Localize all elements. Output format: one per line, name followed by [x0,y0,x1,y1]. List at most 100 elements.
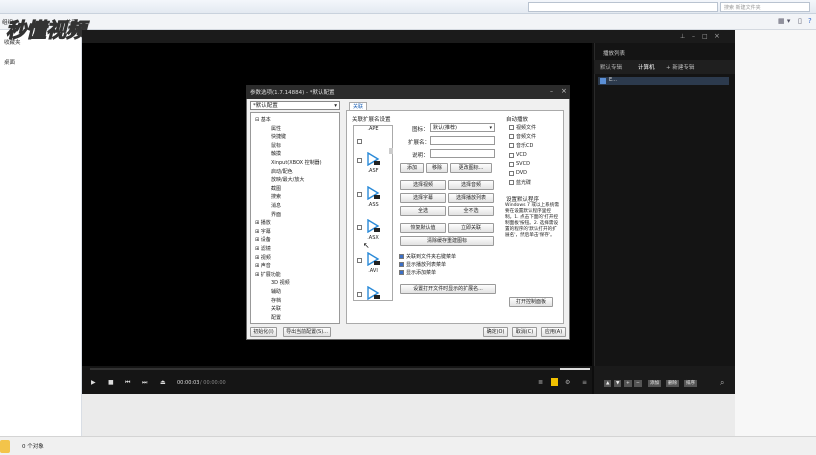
autoplay-checkbox[interactable] [509,161,514,167]
desc-input[interactable] [430,149,495,158]
autoplay-checkbox[interactable] [509,171,514,176]
extension-list[interactable]: .APE .ASF .ASS .ASX .AVI .CDA [353,125,393,301]
profile-select[interactable]: *默认配置 ▾ [250,101,340,110]
tree-item[interactable]: 鼠标 [271,142,281,149]
pl-up-icon[interactable]: ▲ [604,380,612,387]
extension-checkbox[interactable] [357,225,362,230]
tree-item[interactable]: 属性 [271,125,281,132]
init-button[interactable]: 初始化(I) [250,327,277,337]
tree-item[interactable]: 配置 [271,314,281,321]
open-ext-button[interactable]: 设置打开文件时显示的扩展名... [400,284,496,294]
tree-item[interactable]: ⊞ 播放 [255,219,271,226]
autoplay-checkbox[interactable] [509,152,514,158]
select-none-button[interactable]: 全不选 [448,206,494,216]
eject-icon[interactable]: ⏏ [160,379,166,386]
next-icon[interactable]: ⏭ [142,379,147,387]
tab-default-album[interactable]: 默认专辑 [600,63,622,71]
tree-item[interactable]: 触摸 [271,150,281,157]
seek-bar[interactable] [90,368,590,370]
play-icon[interactable]: ▶ [91,379,96,386]
tab-computer[interactable]: 计算机 [638,63,655,71]
restore-default-button[interactable]: 恢复默认值 [400,223,446,233]
prev-icon[interactable]: ⏮ [125,379,130,387]
select-subtitle-button[interactable]: 选择字幕 [400,193,446,203]
settings-gear-icon[interactable]: ⚙ [565,379,570,386]
dialog-close-icon[interactable]: × [561,87,567,95]
pl-minus-icon[interactable]: − [634,380,642,387]
tree-item[interactable]: ⊟ 基本 [255,116,271,123]
tree-item[interactable]: 辅助 [271,288,281,295]
scrollbar-thumb[interactable] [389,148,393,154]
minimize-icon[interactable]: – [692,33,695,40]
tree-item[interactable]: 启动/配色 [271,168,293,175]
remove-button[interactable]: 移除 [426,163,448,173]
extension-item[interactable]: .AVI [354,244,392,277]
tree-item[interactable]: ⊞ 视频 [255,254,271,261]
tree-item[interactable]: ⊞ 声音 [255,262,271,269]
tree-item[interactable]: 界面 [271,211,281,218]
pl-sort-button[interactable]: 排序 [684,380,697,387]
stop-icon[interactable]: ■ [108,379,114,386]
tree-item[interactable]: ⊞ 字幕 [255,228,271,235]
tree-item[interactable]: 3D 视频 [271,279,290,286]
playlist-item[interactable]: E... [598,77,729,85]
icon-select[interactable]: 默认(推荐) ▾ [430,123,495,132]
tree-item[interactable]: ⊞ 扩展功能 [255,271,281,278]
pane-icon[interactable]: ▯ [798,17,802,25]
apply-button[interactable]: 应用(A) [541,327,566,337]
maximize-icon[interactable]: □ [702,33,708,40]
extension-checkbox[interactable] [357,292,362,297]
nav-desktop[interactable]: 桌面 [4,58,15,66]
tree-item[interactable]: 放映/最大/放大 [271,176,304,183]
add-menu-checkbox[interactable] [399,270,404,275]
tree-item[interactable]: 截图 [271,185,281,192]
extension-checkbox[interactable] [357,258,362,263]
select-audio-button[interactable]: 选择音频 [448,180,494,190]
pin-icon[interactable]: ⊥ [680,33,685,40]
address-bar[interactable] [528,2,718,12]
select-all-button[interactable]: 全选 [400,206,446,216]
add-button[interactable]: 添加 [400,163,424,173]
autoplay-checkbox[interactable] [509,125,514,130]
tree-item[interactable]: 关联 [271,305,281,312]
3d-icon[interactable] [551,378,558,386]
tab-new-album[interactable]: + 新建专辑 [666,63,694,71]
change-icon-button[interactable]: 更改图标... [450,163,492,173]
pl-delete-button[interactable]: 删除 [666,380,679,387]
select-video-button[interactable]: 选择视频 [400,180,446,190]
playlist-menu-checkbox[interactable] [399,262,404,267]
associate-now-button[interactable]: 立即关联 [448,223,494,233]
tree-item[interactable]: Xinput(XBOX 控制器) [271,159,322,166]
tree-item[interactable]: 存档 [271,297,281,304]
pl-plus-icon[interactable]: + [624,380,632,387]
view-options-icon[interactable]: ▦ ▾ [778,17,790,25]
extension-item[interactable]: .ASX [354,211,392,244]
pl-add-button[interactable]: 添加 [648,380,661,387]
extension-checkbox[interactable] [357,158,362,163]
cancel-button[interactable]: 取消(C) [512,327,537,337]
tree-item[interactable]: ⊞ 设备 [255,236,271,243]
autoplay-checkbox[interactable] [509,134,514,140]
ok-button[interactable]: 确定(O) [483,327,508,337]
autoplay-checkbox[interactable] [509,180,514,186]
extension-item[interactable]: .ASF [354,144,392,177]
select-playlist-button[interactable]: 选择播放列表 [448,193,494,203]
close-icon[interactable]: × [714,32,720,40]
context-menu-checkbox[interactable] [399,254,404,259]
volume-slider[interactable] [560,368,590,370]
extension-item[interactable]: .CDA [354,278,392,300]
extension-item[interactable]: .ASS [354,178,392,211]
extension-checkbox[interactable] [357,192,362,197]
tree-item[interactable]: 快捷键 [271,133,286,140]
menu-icon[interactable]: ≡ [582,379,587,386]
search-input[interactable]: 搜索 新建文件夹 [720,2,810,12]
autoplay-checkbox[interactable] [509,143,514,149]
open-control-panel-button[interactable]: 打开控制面板 [509,297,553,307]
pl-search-icon[interactable]: ⌕ [720,378,724,388]
pl-down-icon[interactable]: ▼ [614,380,622,387]
clear-cache-button[interactable]: 清除缓存重建图标 [400,236,494,246]
export-config-button[interactable]: 导出当前配置(S)... [283,327,331,337]
tree-item[interactable]: ⊞ 滤镜 [255,245,271,252]
playlist-toggle-icon[interactable]: ≣ [538,379,543,386]
tree-item[interactable]: 消息 [271,202,281,209]
